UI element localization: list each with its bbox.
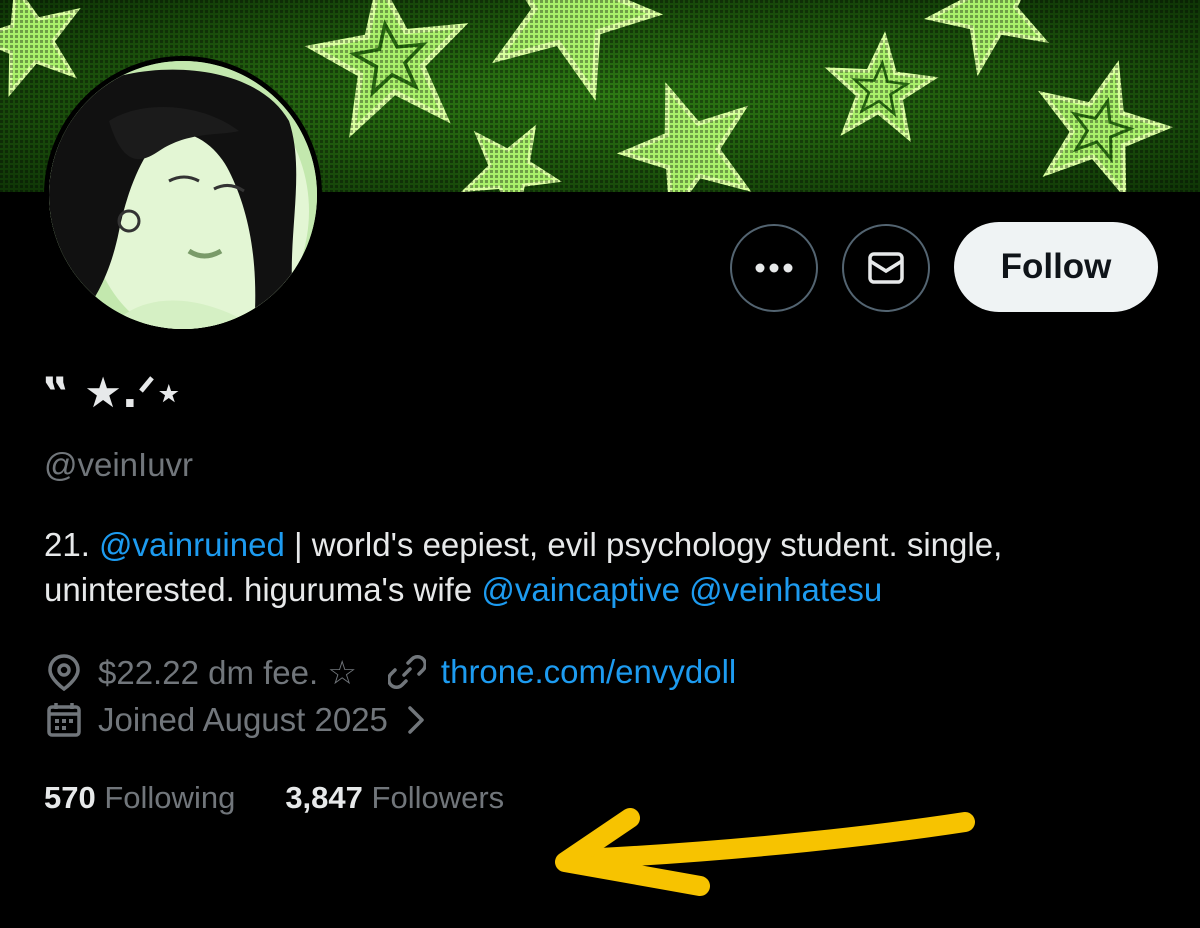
follow-button[interactable]: Follow [954, 222, 1158, 312]
bio-text: 21. [44, 526, 100, 563]
avatar[interactable] [44, 56, 322, 334]
envelope-icon [868, 252, 904, 284]
following-count: 570 [44, 780, 96, 815]
link-icon [387, 652, 427, 692]
avatar-image [49, 61, 317, 329]
more-options-button[interactable] [730, 224, 818, 312]
followers-count: 3,847 [285, 780, 363, 815]
followers-label: Followers [371, 780, 505, 815]
location-pin-icon [44, 652, 84, 692]
joined-date: Joined August 2025 [98, 701, 388, 738]
display-name: ‟ ★.ᐟ⋆ [42, 368, 182, 417]
bio-text [680, 571, 689, 608]
profile-meta-row: $22.22 dm fee. ☆ throne.com/envydoll [44, 652, 736, 692]
mention-link-vainruined[interactable]: @vainruined [99, 526, 285, 563]
profile-bio: 21. @vainruined | world's eepiest, evil … [44, 522, 1174, 612]
more-icon [755, 263, 793, 273]
following-label: Following [104, 780, 236, 815]
mention-link-veinhatesu[interactable]: @veinhatesu [689, 571, 882, 608]
mention-link-vaincaptive[interactable]: @vaincaptive [481, 571, 680, 608]
message-button[interactable] [842, 224, 930, 312]
following-stat[interactable]: 570 Following [44, 780, 235, 816]
chevron-right-icon [396, 700, 436, 740]
followers-stat[interactable]: 3,847 Followers [285, 780, 504, 816]
follow-stats: 570 Following 3,847 Followers [44, 780, 504, 816]
calendar-icon [44, 700, 84, 740]
profile-handle: @veinIuvr [44, 446, 194, 483]
yellow-arrow-annotation [555, 808, 975, 896]
website-link[interactable]: throne.com/envydoll [441, 653, 736, 691]
joined-row[interactable]: Joined August 2025 [44, 700, 436, 740]
location-text: $22.22 dm fee. ☆ [98, 653, 357, 691]
